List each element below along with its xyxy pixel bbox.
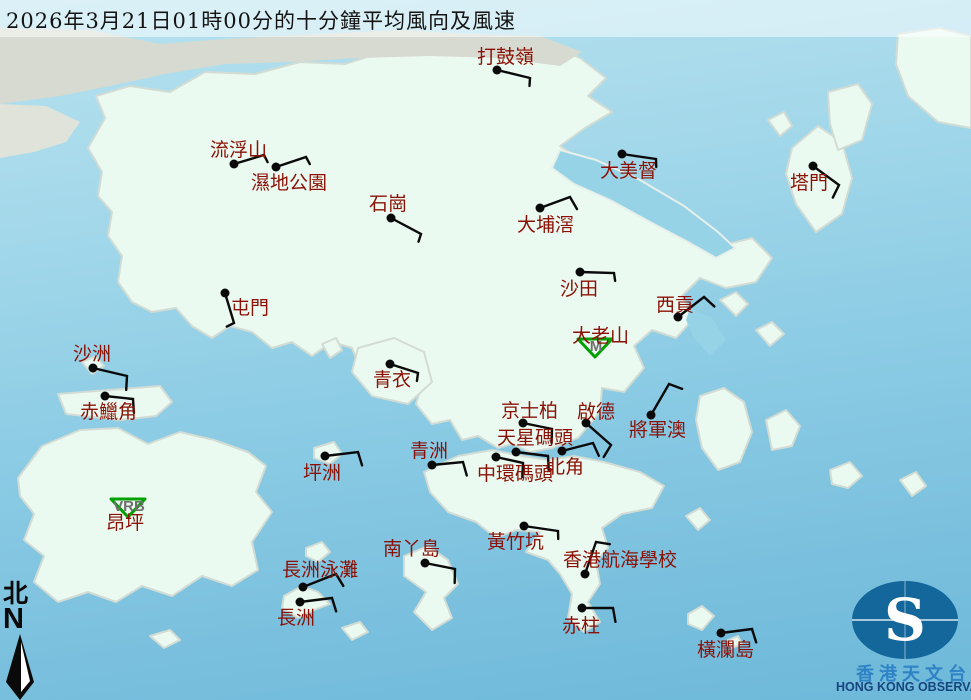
station-label: 赤鱲角 bbox=[80, 401, 137, 423]
station-marker: 青衣 bbox=[373, 360, 418, 392]
station-label: 中環碼頭 bbox=[477, 463, 553, 485]
station-label: 大美督 bbox=[600, 160, 657, 182]
station-marker: 沙洲 bbox=[73, 343, 127, 390]
station-marker: 大美督 bbox=[600, 150, 657, 183]
hko-logo-name-en: HONG KONG OBSERVATORY bbox=[836, 680, 971, 694]
station-label: 濕地公園 bbox=[251, 172, 327, 194]
station-label: 長洲 bbox=[277, 607, 315, 629]
station-marker: 黃竹坑 bbox=[487, 522, 558, 554]
station-marker: 南丫島 bbox=[383, 538, 455, 583]
station-marker: 西貢 bbox=[656, 294, 714, 322]
station-label: 昂坪 bbox=[106, 512, 144, 534]
station-marker: 長洲 bbox=[277, 598, 336, 630]
wind-barb-icon bbox=[276, 157, 310, 167]
wind-barb-icon bbox=[432, 462, 467, 475]
station-label: 青衣 bbox=[373, 369, 411, 391]
station-marker: 屯門 bbox=[221, 289, 270, 327]
north-compass: 北 N bbox=[3, 581, 43, 700]
hko-logo: S 香港天文台 HONG KONG OBSERVATORY bbox=[836, 578, 971, 700]
station-label: 沙田 bbox=[560, 278, 598, 300]
station-label: 西貢 bbox=[656, 294, 694, 316]
station-label: 橫瀾島 bbox=[697, 639, 754, 661]
station-label: 啟德 bbox=[577, 401, 615, 423]
wind-barb-icon bbox=[540, 197, 577, 209]
station-label: 香港航海學校 bbox=[563, 549, 677, 571]
station-marker: 長洲泳灘 bbox=[282, 559, 358, 592]
station-marker: 打鼓嶺 bbox=[477, 46, 534, 86]
station-marker: 大埔滘 bbox=[517, 197, 577, 236]
station-marker: 中環碼頭 bbox=[477, 453, 553, 486]
station-label: 大老山 bbox=[572, 325, 629, 347]
compass-north-letter: N bbox=[3, 606, 43, 632]
station-label: 南丫島 bbox=[383, 538, 440, 560]
station-label: 青洲 bbox=[410, 440, 448, 462]
station-marker: 濕地公園 bbox=[251, 157, 327, 194]
station-label: 沙洲 bbox=[73, 343, 111, 365]
north-arrow-icon bbox=[3, 632, 37, 700]
wind-barb-icon bbox=[651, 384, 682, 415]
wind-barb-icon bbox=[391, 218, 421, 242]
special-marker: VRB昂坪 bbox=[106, 498, 145, 534]
station-label: 流浮山 bbox=[210, 139, 267, 161]
wind-barb-icon bbox=[93, 368, 127, 390]
special-marker: M大老山 bbox=[572, 325, 629, 357]
wind-map: 2026年3月21日01時00分的十分鐘平均風向及風速 打鼓嶺流浮山濕地公園石崗… bbox=[0, 0, 971, 700]
station-label: 坪洲 bbox=[303, 462, 341, 484]
station-marker: 流浮山 bbox=[210, 139, 268, 169]
stations-layer: 打鼓嶺流浮山濕地公園石崗 大美督塔門大埔滘沙田西貢 屯門沙洲赤鱲角 青衣坪洲 青洲 京士柏… bbox=[0, 0, 971, 700]
station-marker: 赤鱲角 bbox=[80, 392, 137, 424]
wind-barb-icon bbox=[497, 70, 530, 86]
station-marker: 沙田 bbox=[560, 268, 615, 301]
station-label: 天星碼頭 bbox=[497, 427, 573, 449]
hko-logo-icon: S bbox=[836, 578, 971, 662]
svg-text:S: S bbox=[884, 586, 926, 654]
station-marker: 石崗 bbox=[369, 193, 421, 242]
station-label: 石崗 bbox=[369, 193, 407, 215]
wind-barb-icon bbox=[586, 423, 611, 457]
station-label: 將軍澳 bbox=[629, 419, 686, 441]
station-label: 赤柱 bbox=[562, 615, 600, 637]
station-label: 屯門 bbox=[231, 297, 269, 319]
station-marker: 香港航海學校 bbox=[563, 542, 677, 579]
station-marker: 赤柱 bbox=[562, 604, 615, 638]
station-marker: 坪洲 bbox=[303, 452, 362, 485]
station-label: 大埔滘 bbox=[517, 214, 574, 236]
wind-barb-icon bbox=[425, 563, 455, 583]
station-label: 北角 bbox=[546, 456, 584, 478]
station-marker: 橫瀾島 bbox=[697, 629, 756, 662]
station-label: 長洲泳灘 bbox=[282, 559, 358, 581]
station-label: 塔門 bbox=[790, 172, 828, 194]
station-marker: 將軍澳 bbox=[629, 384, 686, 441]
station-marker: 塔門 bbox=[790, 162, 839, 198]
station-label: 打鼓嶺 bbox=[477, 46, 534, 68]
station-marker: 青洲 bbox=[410, 440, 467, 475]
station-label: 黃竹坑 bbox=[487, 531, 544, 553]
station-label: 京士柏 bbox=[501, 400, 558, 422]
